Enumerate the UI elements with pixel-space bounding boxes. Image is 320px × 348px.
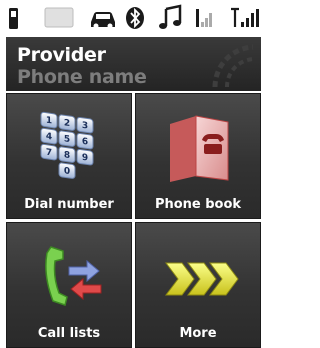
svg-text:7: 7 — [46, 148, 52, 159]
call-lists-tile[interactable]: Call lists — [6, 222, 132, 348]
status-bar — [0, 0, 267, 36]
dial-number-tile[interactable]: 1 2 3 4 5 6 7 8 9 0 Dial number — [6, 93, 132, 219]
music-icon — [156, 0, 184, 36]
car-icon — [88, 0, 118, 36]
phone-menu-screen: Provider Phone name 1 2 3 4 5 6 7 8 9 0 … — [0, 0, 267, 348]
phone-name: Phone name — [17, 66, 147, 88]
signal-strength-icon — [229, 0, 263, 36]
call-lists-label: Call lists — [37, 326, 101, 341]
bluetooth-icon — [123, 0, 147, 36]
svg-text:8: 8 — [64, 150, 70, 161]
battery-icon — [38, 0, 78, 36]
more-tile[interactable]: More — [135, 222, 261, 348]
keypad-icon: 1 2 3 4 5 6 7 8 9 0 — [40, 111, 94, 179]
phone-icon — [4, 0, 20, 36]
signal-icon — [194, 0, 218, 36]
phone-book-label: Phone book — [154, 197, 242, 212]
svg-text:0: 0 — [64, 166, 70, 177]
phone-book-tile[interactable]: Phone book — [135, 93, 261, 219]
phonebook-icon — [170, 115, 229, 182]
signal-arc-icon — [212, 44, 254, 88]
more-icon — [165, 262, 239, 296]
svg-text:2: 2 — [64, 118, 70, 129]
more-label: More — [179, 326, 217, 341]
svg-text:5: 5 — [64, 134, 70, 145]
svg-text:1: 1 — [46, 116, 52, 127]
provider-header: Provider Phone name — [6, 37, 261, 91]
provider-name: Provider — [17, 44, 106, 66]
svg-text:3: 3 — [82, 121, 88, 132]
svg-text:4: 4 — [46, 132, 52, 143]
svg-text:9: 9 — [82, 153, 88, 164]
svg-text:6: 6 — [82, 137, 88, 148]
dial-number-label: Dial number — [24, 197, 114, 212]
call-lists-icon — [45, 246, 102, 306]
